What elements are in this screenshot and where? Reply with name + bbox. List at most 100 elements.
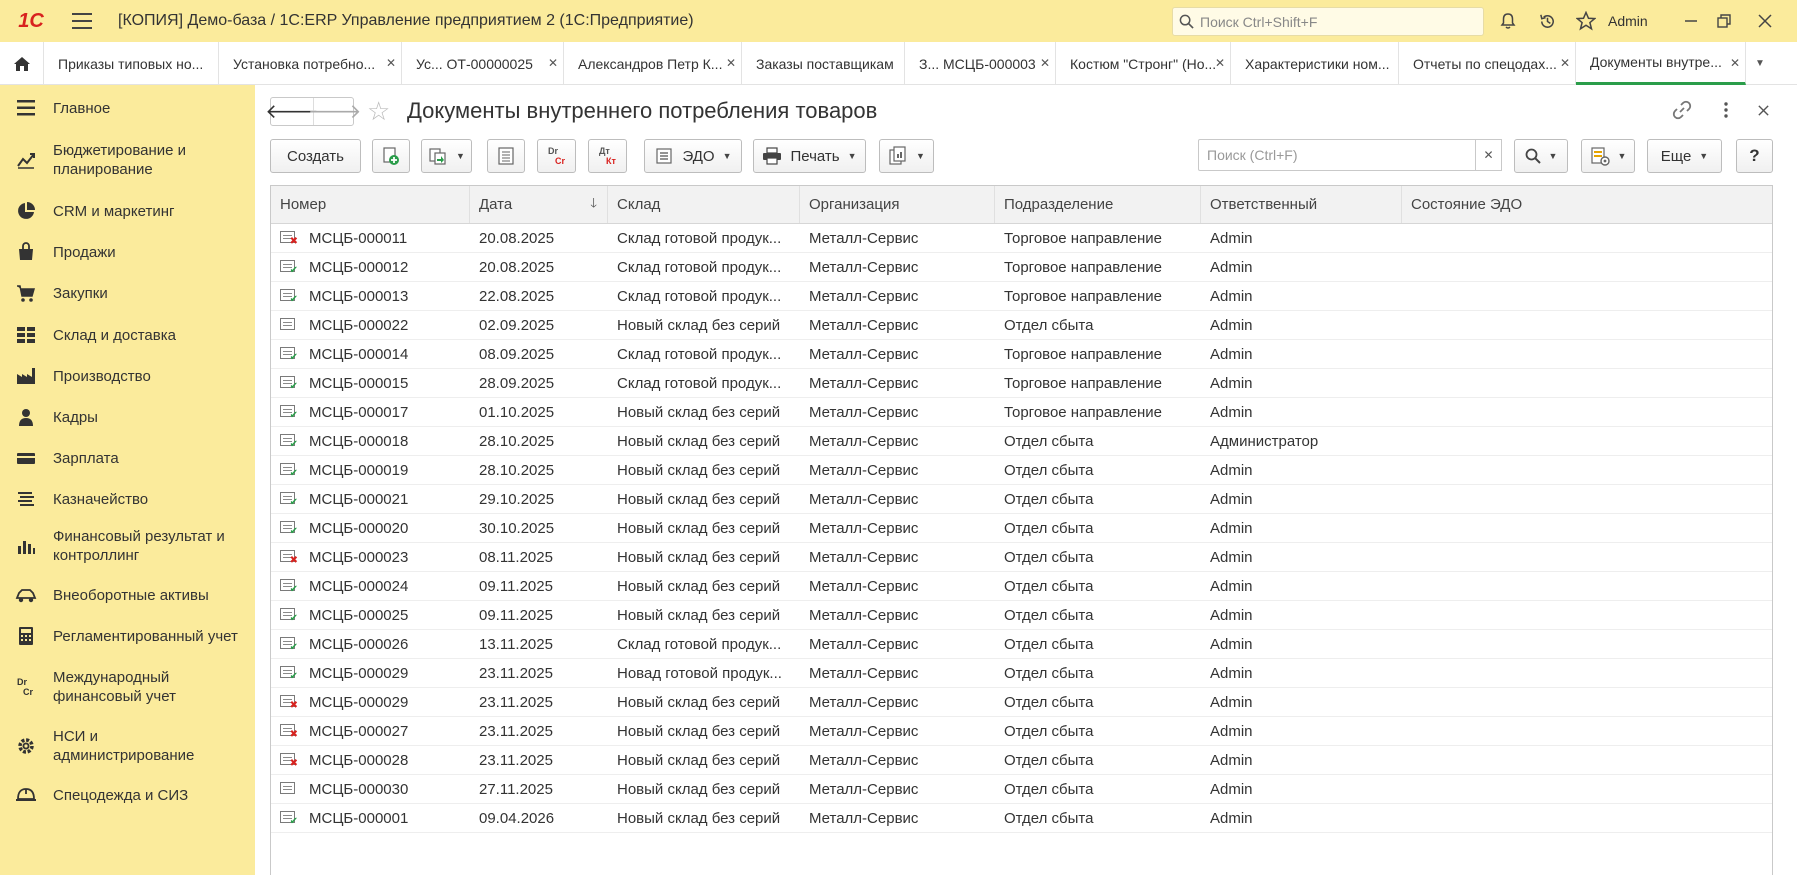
sidebar-item-admin[interactable]: НСИ и администрирование (0, 726, 255, 766)
table-row[interactable]: ✖ МСЦБ-000029 23.11.2025 Новый склад без се… (271, 688, 1772, 717)
search-options-button[interactable]: ▼ (1514, 139, 1568, 173)
tab-close-icon[interactable]: ✕ (1730, 56, 1740, 70)
minimize-icon[interactable] (1680, 10, 1702, 32)
tabs-scroll-down-icon[interactable]: ▼ (1746, 42, 1774, 84)
column-header-warehouse[interactable]: Склад (608, 186, 800, 223)
home-tab[interactable] (0, 42, 44, 85)
clear-search-icon[interactable]: ✕ (1476, 139, 1502, 171)
tab-8[interactable]: Отчеты по спецодах... ✕ (1399, 42, 1576, 85)
tab-5[interactable]: З... МСЦБ-000003 ✕ (905, 42, 1056, 85)
filter-settings-button[interactable]: ▼ (1581, 139, 1635, 173)
back-arrow-icon[interactable]: 🡐 (265, 98, 319, 125)
more-vertical-icon[interactable] (1715, 99, 1737, 121)
tab-close-icon[interactable]: ✕ (548, 56, 558, 70)
table-row[interactable]: ✖ МСЦБ-000023 08.11.2025 Новый склад без се… (271, 543, 1772, 572)
history-icon[interactable] (1536, 10, 1558, 32)
sidebar-item-hr[interactable]: Кадры (0, 407, 255, 427)
table-row[interactable]: ✔ МСЦБ-000020 30.10.2025 Новый склад без се… (271, 514, 1772, 543)
dr-cr-postings-button[interactable]: Dr Cr (537, 139, 576, 173)
table-row[interactable]: ✔ МСЦБ-000026 13.11.2025 Склад готовой прод… (271, 630, 1772, 659)
column-header-organization[interactable]: Организация (800, 186, 995, 223)
global-search-input[interactable]: Поиск Ctrl+Shift+F (1172, 7, 1484, 36)
restore-icon[interactable] (1713, 10, 1735, 32)
table-row[interactable]: ✖ МСЦБ-000011 20.08.2025 Склад готовой прод… (271, 224, 1772, 253)
column-header-number[interactable]: Номер (271, 186, 470, 223)
print-menu-button[interactable]: Печать ▼ (753, 139, 866, 173)
current-user[interactable]: Admin (1608, 13, 1648, 29)
dt-kt-postings-button[interactable]: Дт Кт (588, 139, 627, 173)
copy-button[interactable] (372, 139, 410, 173)
sidebar-item-workwear[interactable]: Спецодежда и СИЗ (0, 785, 255, 805)
column-header-department[interactable]: Подразделение (995, 186, 1201, 223)
sidebar-item-sales[interactable]: Продажи (0, 242, 255, 262)
sidebar-item-fixed-assets[interactable]: Внеоборотные активы (0, 585, 255, 605)
bell-icon[interactable] (1497, 10, 1519, 32)
tab-close-icon[interactable]: ✕ (726, 56, 736, 70)
sidebar-item-purchases[interactable]: Закупки (0, 283, 255, 303)
table-row[interactable]: ✔ МСЦБ-000015 28.09.2025 Склад готовой прод… (271, 369, 1772, 398)
reports-menu-button[interactable]: ▼ (879, 139, 934, 173)
sidebar-item-main[interactable]: Главное (0, 98, 255, 118)
link-icon[interactable] (1671, 99, 1693, 121)
table-row[interactable]: ✔ МСЦБ-000021 29.10.2025 Новый склад без се… (271, 485, 1772, 514)
sidebar-item-salary[interactable]: Зарплата (0, 448, 255, 468)
table-row[interactable]: ✔ МСЦБ-000014 08.09.2025 Склад готовой прод… (271, 340, 1772, 369)
sidebar-item-controlling[interactable]: Финансовый результат и контроллинг (0, 526, 255, 566)
create-based-on-button[interactable]: ▼ (421, 139, 472, 173)
table-row[interactable]: ✔ МСЦБ-000019 28.10.2025 Новый склад без се… (271, 456, 1772, 485)
sidebar-item-crm[interactable]: CRM и маркетинг (0, 201, 255, 221)
list-search-input[interactable] (1198, 139, 1476, 171)
table-row[interactable]: ✔ МСЦБ-000029 23.11.2025 Новад готовой прод… (271, 659, 1772, 688)
table-row[interactable]: ✖ МСЦБ-000028 23.11.2025 Новый склад без се… (271, 746, 1772, 775)
table-row[interactable]: МСЦБ-000022 02.09.2025 Новый склад без сер… (271, 311, 1772, 340)
sidebar-item-regulated-accounting[interactable]: Регламентированный учет (0, 626, 255, 646)
tab-close-icon[interactable]: ✕ (1040, 56, 1050, 70)
tab-close-icon[interactable]: ✕ (1560, 56, 1570, 70)
post-document-button[interactable] (487, 139, 525, 173)
cell-resp: Admin (1210, 258, 1253, 276)
sidebar-item-ifrs[interactable]: Dr Cr Международный финансовый учет (0, 667, 255, 707)
table-row[interactable]: ✔ МСЦБ-000018 28.10.2025 Новый склад без се… (271, 427, 1772, 456)
cell-org: Металл-Сервис (809, 693, 919, 711)
tab-7[interactable]: Характеристики ном... (1231, 42, 1399, 85)
favorites-star-icon[interactable] (1575, 10, 1597, 32)
tab-3[interactable]: Александров Петр К... ✕ (564, 42, 742, 85)
table-row[interactable]: ✔ МСЦБ-000017 01.10.2025 Новый склад без се… (271, 398, 1772, 427)
tab-6[interactable]: Костюм "Стронг" (Но... ✕ (1056, 42, 1231, 85)
table-row[interactable]: ✔ МСЦБ-000001 09.04.2026 Новый склад без се… (271, 804, 1772, 833)
table-row[interactable]: ✔ МСЦБ-000025 09.11.2025 Новый склад без се… (271, 601, 1772, 630)
table-row[interactable]: ✖ МСЦБ-000027 23.11.2025 Новый склад без се… (271, 717, 1772, 746)
table-row[interactable]: ✔ МСЦБ-000013 22.08.2025 Склад готовой прод… (271, 282, 1772, 311)
document-journal-icon (498, 147, 514, 165)
column-header-responsible[interactable]: Ответственный (1201, 186, 1402, 223)
tab-1[interactable]: Установка потребно... ✕ (219, 42, 402, 85)
close-form-icon[interactable] (1752, 99, 1774, 121)
cell-warehouse: Новый склад без серий (617, 809, 781, 827)
sidebar-item-warehouse[interactable]: Склад и доставка (0, 325, 255, 345)
tab-4[interactable]: Заказы поставщикам (742, 42, 905, 85)
cell-resp: Admin (1210, 809, 1253, 827)
main-menu-icon[interactable] (62, 0, 102, 42)
help-button[interactable]: ? (1736, 139, 1773, 173)
table-row[interactable]: МСЦБ-000030 27.11.2025 Новый склад без сер… (271, 775, 1772, 804)
table-row[interactable]: ✔ МСЦБ-000012 20.08.2025 Склад готовой прод… (271, 253, 1772, 282)
forward-arrow-icon[interactable]: 🡒 (308, 98, 361, 125)
tab-close-icon[interactable]: ✕ (386, 56, 396, 70)
tab-0[interactable]: Приказы типовых но... (44, 42, 219, 85)
sidebar-item-budgeting[interactable]: Бюджетирование и планирование (0, 140, 255, 180)
more-actions-button[interactable]: Еще ▼ (1647, 139, 1722, 173)
create-button[interactable]: Создать (270, 139, 361, 173)
close-window-icon[interactable] (1754, 10, 1776, 32)
tab-label: Установка потребно... (233, 55, 376, 72)
add-to-favorites-star-icon[interactable]: ☆ (367, 97, 390, 125)
sidebar-item-treasury[interactable]: Казначейство (0, 489, 255, 509)
tab-close-icon[interactable]: ✕ (1215, 56, 1225, 70)
column-header-date[interactable]: Дата 🡓 (470, 186, 608, 223)
table-row[interactable]: ✔ МСЦБ-000024 09.11.2025 Новый склад без се… (271, 572, 1772, 601)
edo-menu-button[interactable]: ЭДО ▼ (644, 139, 742, 173)
app-logo[interactable]: 1С (10, 0, 52, 42)
tab-9-active[interactable]: Документы внутре... ✕ (1576, 42, 1746, 85)
column-header-edo-state[interactable]: Состояние ЭДО (1402, 186, 1772, 223)
sidebar-item-production[interactable]: Производство (0, 366, 255, 386)
tab-2[interactable]: Ус... ОТ-00000025 ✕ (402, 42, 564, 85)
